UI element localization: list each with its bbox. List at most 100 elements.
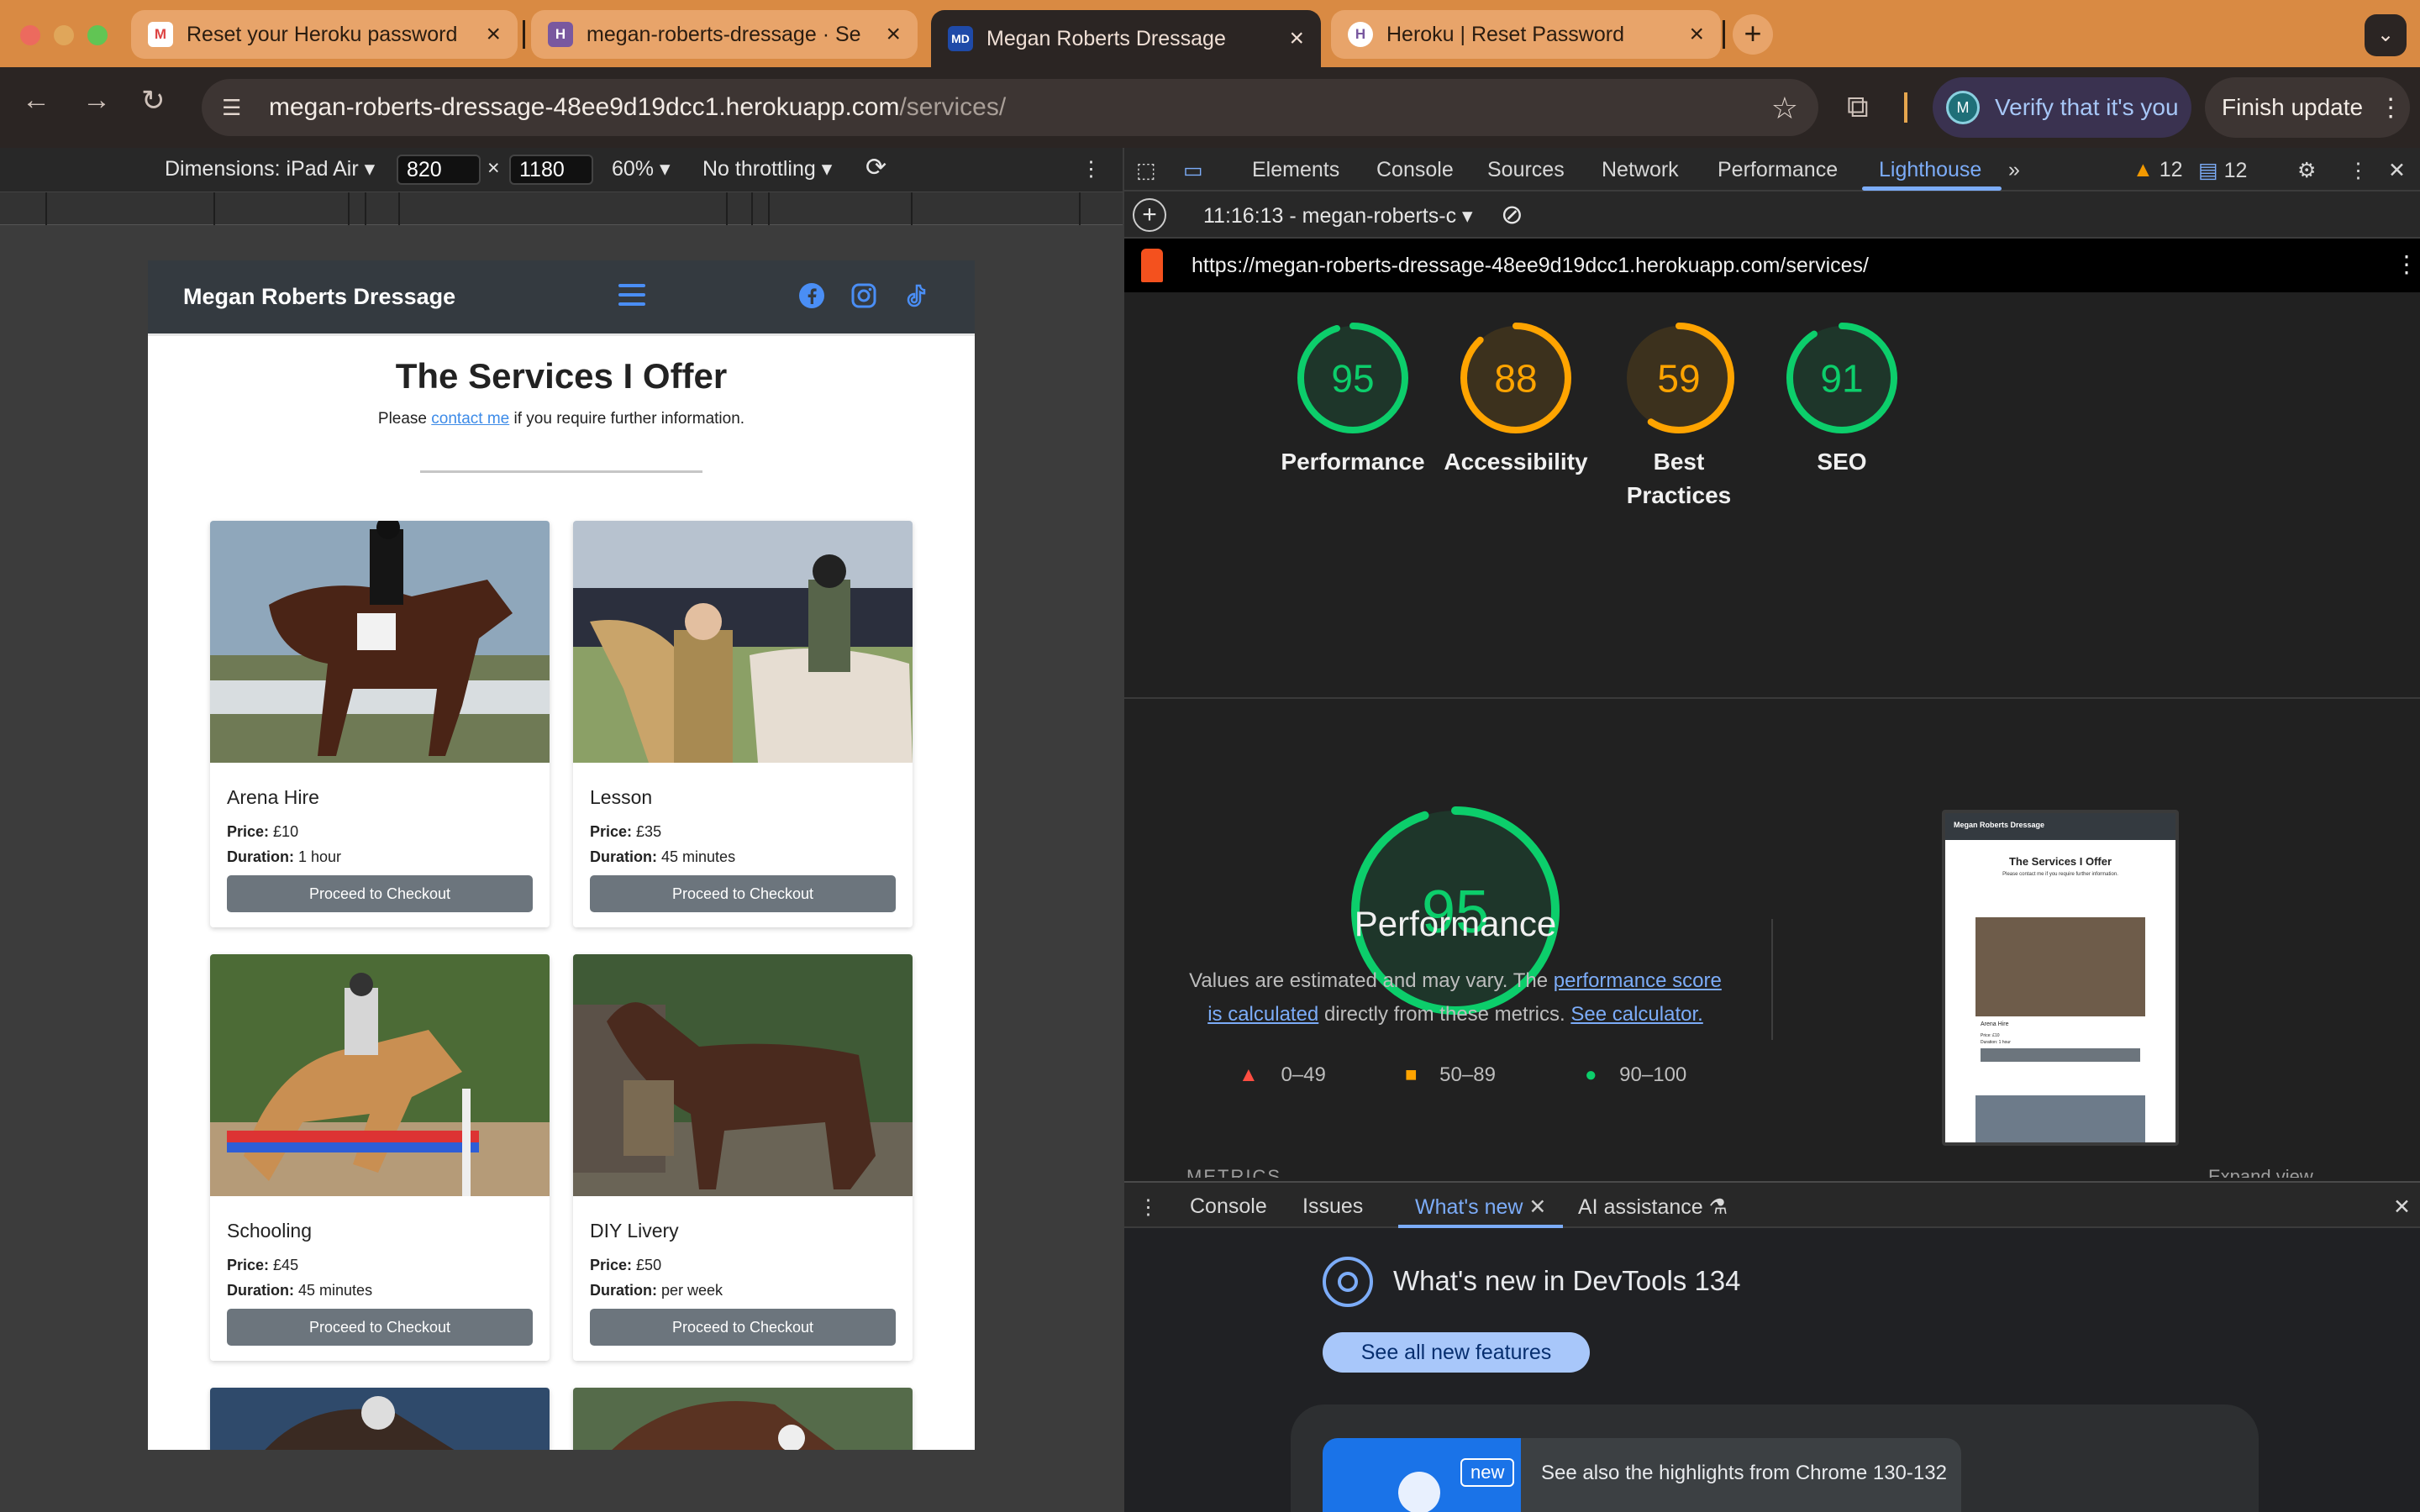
tab-console[interactable]: Console (1376, 158, 1454, 182)
report-select[interactable]: 11:16:13 - megan-roberts-c ▾ (1203, 203, 1473, 228)
zoom-select[interactable]: 60% ▾ (612, 156, 671, 181)
checkout-button[interactable]: Proceed to Checkout (227, 875, 533, 912)
report-url-bar: https://megan-roberts-dressage-48ee9d19d… (1124, 239, 2420, 292)
site-info-icon[interactable]: ☰ (222, 95, 252, 120)
close-tab-icon[interactable]: × (886, 20, 901, 49)
heroku-icon: H (548, 22, 573, 47)
messages-badge[interactable]: ▤ 12 (2198, 158, 2247, 183)
extensions-icon[interactable]: ⧉ (1847, 89, 1869, 125)
tab-elements[interactable]: Elements (1252, 158, 1339, 182)
performance-description: Values are estimated and may vary. The p… (1189, 969, 1722, 1026)
tab-search-button[interactable]: ⌄ (2365, 14, 2407, 56)
back-icon[interactable]: ← (22, 84, 50, 117)
rotate-icon[interactable]: ⟳ (865, 153, 886, 182)
warnings-badge[interactable]: ▲ 12 (2133, 158, 2183, 182)
checkout-button[interactable]: Proceed to Checkout (590, 875, 896, 912)
new-badge: new (1460, 1458, 1515, 1487)
browser-tab-active[interactable]: MD Megan Roberts Dressage × (931, 10, 1321, 67)
whats-new-title: What's new in DevTools 134 (1393, 1265, 1741, 1296)
score-gauge-seo[interactable]: 91 SEO (1766, 323, 1918, 479)
new-tab-button[interactable]: + (1733, 14, 1773, 55)
contact-link[interactable]: contact me (431, 410, 509, 428)
tab-sources[interactable]: Sources (1487, 158, 1565, 182)
drawer-tab-issues[interactable]: Issues (1302, 1194, 1363, 1219)
devtools-tabbar: ⬚ ▭ Elements Console Sources Network Per… (1124, 148, 2420, 192)
checkout-button[interactable]: Proceed to Checkout (227, 1309, 533, 1346)
media-query-ruler[interactable] (0, 192, 1123, 226)
service-duration: Duration: 45 minutes (227, 1282, 373, 1299)
score-gauge-performance[interactable]: 95 Performance (1277, 323, 1428, 479)
clear-icon[interactable]: ⊘ (1501, 198, 1523, 230)
highlights-card[interactable]: new See also the highlights from Chrome … (1323, 1438, 1961, 1512)
service-duration: Duration: 45 minutes (590, 848, 736, 865)
menu-icon[interactable] (618, 284, 645, 306)
forward-icon[interactable]: → (82, 84, 111, 117)
tab-lighthouse[interactable]: Lighthouse (1879, 158, 1981, 182)
close-tab-icon[interactable]: × (486, 20, 501, 49)
browser-tab[interactable]: H Heroku | Reset Password × (1331, 10, 1721, 59)
avatar: M (1946, 91, 1980, 124)
score-value: 91 (1820, 357, 1863, 401)
close-devtools-icon[interactable]: ✕ (2388, 158, 2406, 183)
drawer-tab-console[interactable]: Console (1190, 1194, 1267, 1219)
service-price: Price: £50 (590, 1257, 662, 1273)
browser-tab[interactable]: H megan-roberts-dressage · Se × (531, 10, 918, 59)
device-dimensions-select[interactable]: Dimensions: iPad Air ▾ (165, 156, 375, 181)
gmail-icon: M (148, 22, 173, 47)
tab-strip: M Reset your Heroku password × H megan-r… (0, 0, 2420, 67)
score-gauge-accessibility[interactable]: 88 Accessibility (1440, 323, 1591, 479)
verify-identity-button[interactable]: M Verify that it's you (1933, 77, 2191, 138)
report-url[interactable]: https://megan-roberts-dressage-48ee9d19d… (1192, 254, 1869, 278)
throttling-select[interactable]: No throttling ▾ (702, 156, 832, 181)
see-all-features-button[interactable]: See all new features (1323, 1332, 1590, 1373)
score-gauge-best-practices[interactable]: 59 Best Practices (1603, 323, 1754, 512)
drawer-tab-whats-new[interactable]: What's new ✕ (1415, 1194, 1546, 1220)
finish-update-button[interactable]: Finish update ⋮ (2205, 77, 2410, 138)
drawer-tab-ai-assistance[interactable]: AI assistance ⚗ (1578, 1194, 1728, 1220)
calculator-link[interactable]: See calculator. (1570, 1003, 1702, 1026)
score-label: SEO (1817, 449, 1867, 475)
score-value: 59 (1657, 357, 1700, 401)
close-window-button[interactable] (20, 25, 40, 45)
heroku-icon: H (1348, 22, 1373, 47)
site-navbar: Megan Roberts Dressage (148, 260, 975, 336)
more-options-icon[interactable]: ⋮ (1081, 156, 1102, 181)
more-tabs-icon[interactable]: » (2008, 158, 2020, 182)
device-toolbar: Dimensions: iPad Air ▾ 820 × 1180 60% ▾ … (0, 148, 1123, 192)
service-price: Price: £45 (227, 1257, 299, 1273)
device-height-input[interactable]: 1180 (509, 155, 593, 185)
service-card (210, 1388, 550, 1450)
address-bar[interactable]: ☰ megan-roberts-dressage-48ee9d19dcc1.he… (202, 79, 1818, 136)
instagram-icon[interactable] (850, 282, 877, 309)
tab-performance[interactable]: Performance (1718, 158, 1838, 182)
service-title: Arena Hire (227, 786, 319, 808)
site-brand[interactable]: Megan Roberts Dressage (183, 284, 455, 310)
browser-tab[interactable]: M Reset your Heroku password × (131, 10, 518, 59)
checkout-button[interactable]: Proceed to Checkout (590, 1309, 896, 1346)
service-card (573, 1388, 913, 1450)
device-width-input[interactable]: 820 (397, 155, 481, 185)
facebook-icon[interactable] (798, 282, 825, 309)
page-screenshot-thumbnail[interactable]: Megan Roberts Dressage The Services I Of… (1942, 810, 2179, 1146)
more-options-icon[interactable]: ⋮ (2348, 158, 2369, 183)
close-tab-icon[interactable]: × (1289, 24, 1304, 53)
tab-network[interactable]: Network (1602, 158, 1679, 182)
service-duration: Duration: 1 hour (227, 848, 342, 865)
new-report-button[interactable]: + (1133, 198, 1166, 232)
close-tab-icon[interactable]: × (1689, 20, 1704, 49)
device-toggle-icon[interactable]: ▭ (1183, 158, 1203, 183)
maximize-window-button[interactable] (87, 25, 108, 45)
reload-icon[interactable]: ↻ (141, 84, 166, 118)
tiktok-icon[interactable] (902, 282, 929, 309)
minimize-window-button[interactable] (54, 25, 74, 45)
service-image (573, 1388, 913, 1450)
expand-view-link[interactable]: Expand view (2208, 1166, 2313, 1178)
close-drawer-icon[interactable]: ✕ (2393, 1194, 2411, 1220)
more-options-icon[interactable]: ⋮ (2395, 250, 2418, 278)
drawer-menu-icon[interactable]: ⋮ (1138, 1194, 1159, 1220)
settings-gear-icon[interactable]: ⚙ (2297, 158, 2316, 183)
bookmark-star-icon[interactable]: ☆ (1771, 91, 1798, 126)
big-score-label: Performance (1354, 904, 1557, 943)
lighthouse-report: 95 Performance 88 Accessibility 59 Best Practi… (1124, 292, 2420, 1334)
inspect-element-icon[interactable]: ⬚ (1136, 158, 1156, 183)
